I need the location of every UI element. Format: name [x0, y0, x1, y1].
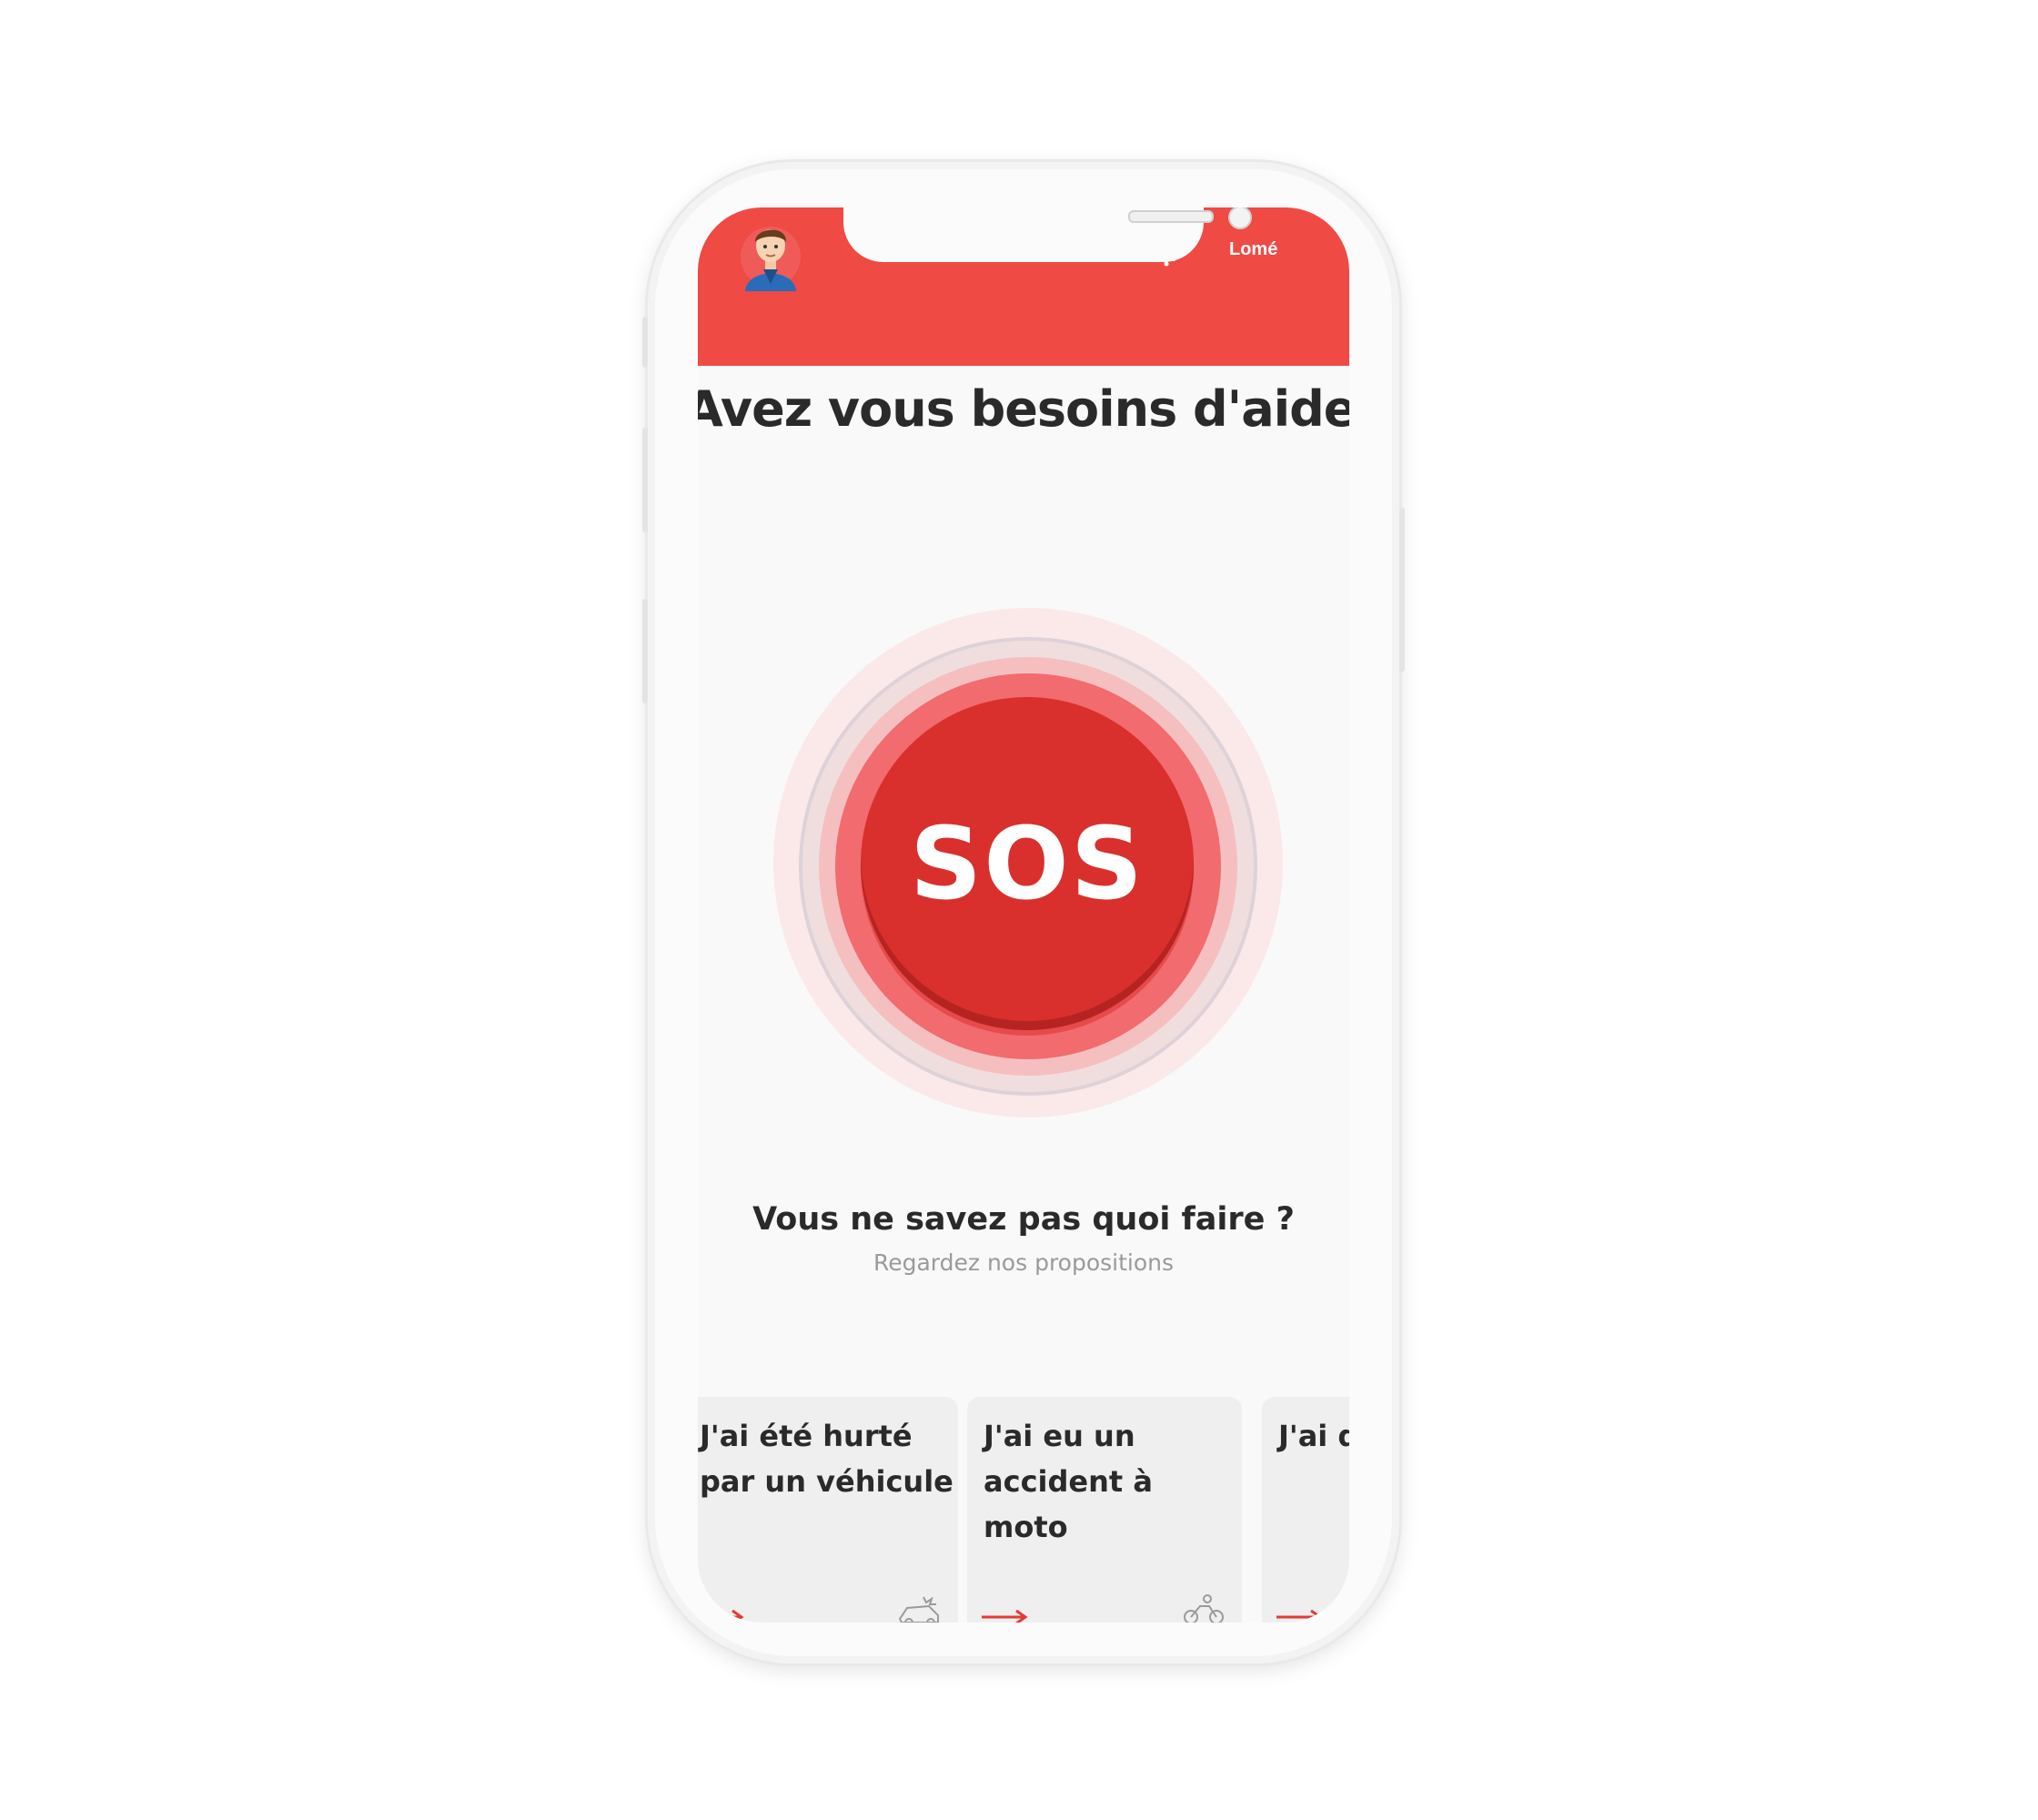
- front-camera: [1228, 207, 1252, 229]
- mute-switch: [642, 317, 648, 368]
- volume-up-button: [642, 428, 648, 532]
- suggestion-card-vehicle[interactable]: J'ai été hurté par un véhicule: [698, 1397, 958, 1623]
- suggestion-card-moto[interactable]: J'ai eu un accident à moto: [967, 1397, 1242, 1623]
- help-subtitle[interactable]: Regardez nos propositions: [698, 1249, 1349, 1276]
- device-notch: [843, 207, 1252, 262]
- power-button: [1399, 508, 1405, 672]
- suggestion-cards: J'ai été hurté par un véhicule J'ai eu u…: [698, 1397, 1349, 1623]
- sos-label: SOS: [910, 805, 1145, 922]
- card-label: J'ai des maux: [1278, 1419, 1349, 1453]
- arrow-right-icon[interactable]: [698, 1608, 745, 1623]
- card-label: J'ai eu un accident à moto: [984, 1419, 1153, 1544]
- speaker-grille: [1128, 210, 1214, 223]
- page-title: Avez vous besoins d'aide ?: [698, 380, 1349, 438]
- arrow-right-icon[interactable]: [1275, 1608, 1324, 1623]
- sos-button-container: SOS: [773, 608, 1283, 1117]
- volume-down-button: [642, 599, 648, 703]
- user-avatar[interactable]: [736, 211, 805, 293]
- suggestion-card-pain[interactable]: J'ai des maux: [1262, 1397, 1349, 1623]
- stage: Lomé Avez vous besoins d'aide ? SOS Vous…: [0, 0, 2038, 1820]
- help-title: Vous ne savez pas quoi faire ?: [752, 1201, 1295, 1238]
- card-label: J'ai été hurté par un véhicule: [700, 1419, 953, 1499]
- location-label[interactable]: Lomé: [1229, 239, 1277, 260]
- moto-accident-icon: [1184, 1594, 1224, 1623]
- car-crash-icon: [898, 1596, 939, 1623]
- phone-frame: Lomé Avez vous besoins d'aide ? SOS Vous…: [642, 162, 1405, 1663]
- app-header: Lomé: [698, 207, 1349, 366]
- app-screen: Lomé Avez vous besoins d'aide ? SOS Vous…: [698, 207, 1349, 1623]
- sos-button[interactable]: SOS: [861, 697, 1194, 1030]
- arrow-right-icon[interactable]: [980, 1608, 1029, 1623]
